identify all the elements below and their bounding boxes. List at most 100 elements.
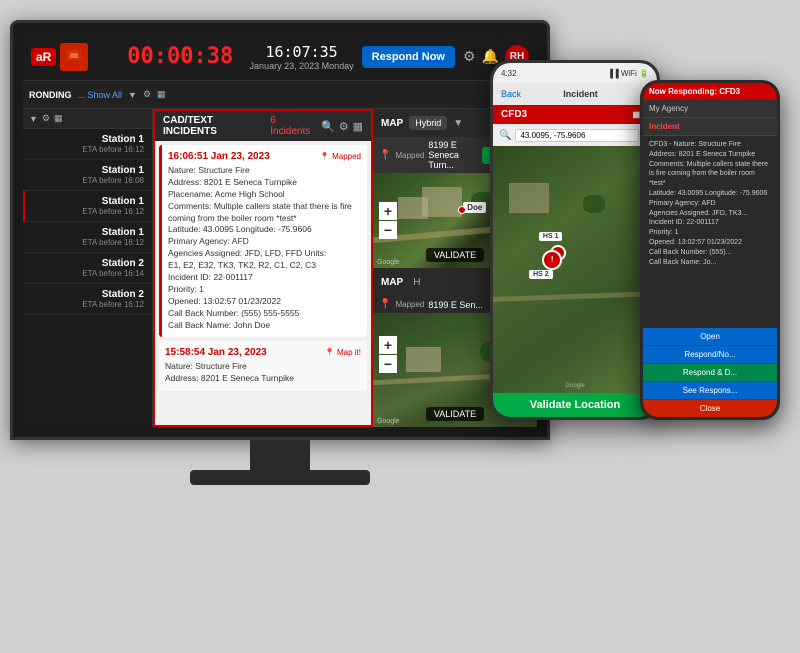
ps-now-responding: Now Responding: CFD3 xyxy=(643,83,777,100)
ps-agency-label: My Agency xyxy=(649,104,771,113)
map-dropdown-icon[interactable]: ▼ xyxy=(453,118,463,129)
station-eta-4: ETA before 16:12 xyxy=(31,238,144,247)
station-name-4: Station 1 xyxy=(31,227,144,238)
dropdown-icon[interactable]: ▼ xyxy=(128,90,137,100)
ps-respond-d-button[interactable]: Respond & D... xyxy=(643,364,777,382)
incident-1-primary: Primary Agency: AFD xyxy=(168,236,361,248)
settings-small-icon[interactable]: ⚙ xyxy=(143,89,151,100)
incidents-icons: 🔍 ⚙ ▦ xyxy=(321,120,363,133)
phone-search-icon[interactable]: 🔍 xyxy=(499,130,511,141)
ps-respond-no-button[interactable]: Respond/No... xyxy=(643,346,777,364)
incidents-panel: CAD/TEXT INCIDENTS 6 Incidents 🔍 ⚙ ▦ xyxy=(153,109,373,427)
station-eta-3: ETA before 16:12 xyxy=(33,207,144,216)
incidents-search-icon[interactable]: 🔍 xyxy=(321,120,335,133)
map-title-top: MAP xyxy=(381,118,403,129)
map-address-bottom: 8199 E Sen... xyxy=(428,300,483,310)
station-list-gear[interactable]: ⚙ xyxy=(42,113,50,124)
map-zoom-controls-2: + − xyxy=(379,336,397,373)
monitor-base xyxy=(190,470,370,485)
incidents-count: 6 Incidents xyxy=(270,115,317,137)
station-item[interactable]: Station 1 ETA before 16:12 xyxy=(23,222,152,253)
main-phone-screen: 4:32 ▐▐ WiFi 🔋 Back Incident ⚙ CFD3 ▦ ✕ … xyxy=(493,63,657,417)
incidents-title: CAD/TEXT INCIDENTS xyxy=(163,115,266,137)
respond-now-button[interactable]: Respond Now xyxy=(362,46,455,68)
station-item-active[interactable]: Station 1 ETA before 16:12 xyxy=(23,191,152,222)
monitor-frame: aR 00:00:38 16:07:35 January 23, 2023 xyxy=(10,20,550,440)
hybrid-button[interactable]: Hybrid xyxy=(409,116,447,130)
incidents-settings-icon[interactable]: ⚙ xyxy=(339,120,349,133)
phone-time: 4:32 xyxy=(501,69,517,78)
bell-icon[interactable]: 🔔 xyxy=(482,48,499,65)
incident-1-body: Nature: Structure Fire Address: 8201 E S… xyxy=(168,165,361,331)
incident-2-status: 📍 Map it! xyxy=(325,348,361,357)
station-name-5: Station 2 xyxy=(31,258,144,269)
phone-google-label: Google xyxy=(565,383,584,389)
station-item[interactable]: Station 2 ETA before 16:12 xyxy=(23,284,152,315)
phone-map: HS 1 HS 2 ! Google xyxy=(493,146,657,393)
screen-body: ▼ ⚙ ▦ Station 1 ETA before 16:12 Station… xyxy=(23,109,537,427)
phone-map-trees xyxy=(583,195,605,213)
timer-display: 00:00:38 xyxy=(119,44,242,69)
incident-2-time: 15:58:54 Jan 23, 2023 xyxy=(165,347,267,358)
incident-1-placename: Placename: Acme High School xyxy=(168,189,361,201)
zoom-in-button[interactable]: + xyxy=(379,202,397,220)
phone-incident-id: CFD3 xyxy=(501,109,527,120)
incident-1-time: 16:06:51 Jan 23, 2023 xyxy=(168,151,270,162)
responding-label: RONDING xyxy=(29,90,72,100)
map-building-3 xyxy=(406,347,441,372)
screen-header: aR 00:00:38 16:07:35 January 23, 2023 xyxy=(23,33,537,81)
phone-search-input[interactable] xyxy=(515,129,638,142)
incident-1-id: Incident ID: 22-001117 xyxy=(168,272,361,284)
incident-1-name: Call Back Name: John Doe xyxy=(168,320,361,332)
small-phone: Now Responding: CFD3 My Agency Incident … xyxy=(640,80,780,420)
phone-hs1-label: HS 1 xyxy=(539,232,563,241)
sub-header: RONDING ... Show All ▼ ⚙ ▦ xyxy=(23,81,537,109)
incident-1-callback: Call Back Number: (555) 555-5555 xyxy=(168,308,361,320)
incident-1-units: E1, E2, E32, TK3, TK2, R2, C1, C2, C3 xyxy=(168,260,361,272)
incidents-grid-icon[interactable]: ▦ xyxy=(353,120,363,133)
station-list-dropdown[interactable]: ▼ xyxy=(29,114,38,124)
station-eta-5: ETA before 16:14 xyxy=(31,269,144,278)
monitor-screen: aR 00:00:38 16:07:35 January 23, 2023 xyxy=(23,33,537,427)
map-marker-red xyxy=(458,206,466,214)
ps-incident-text: CFD3 - Nature: Structure Fire Address: 8… xyxy=(649,140,771,267)
validate-label-bottom[interactable]: VALIDATE xyxy=(426,407,484,421)
logo-icon xyxy=(60,43,88,71)
ps-header-text: Now Responding: CFD3 xyxy=(649,87,771,96)
phone-status-bar: 4:32 ▐▐ WiFi 🔋 xyxy=(493,63,657,83)
ps-incident-header: Incident xyxy=(643,118,777,136)
zoom-out-button[interactable]: − xyxy=(379,221,397,239)
validate-label-top[interactable]: VALIDATE xyxy=(426,248,484,262)
datetime-display: 16:07:35 January 23, 2023 Monday xyxy=(250,43,354,71)
zoom-out-button-2[interactable]: − xyxy=(379,355,397,373)
main-phone: 4:32 ▐▐ WiFi 🔋 Back Incident ⚙ CFD3 ▦ ✕ … xyxy=(490,60,660,420)
small-phone-screen: Now Responding: CFD3 My Agency Incident … xyxy=(643,83,777,417)
ps-close-button[interactable]: Close xyxy=(643,400,777,417)
phone-signals: ▐▐ WiFi 🔋 xyxy=(607,69,649,78)
map-zoom-controls: + − xyxy=(379,202,397,239)
station-list-header: ▼ ⚙ ▦ xyxy=(23,109,152,129)
station-item[interactable]: Station 1 ETA before 16:08 xyxy=(23,160,152,191)
table-icon[interactable]: ▦ xyxy=(157,89,166,100)
show-all-link[interactable]: ... Show All xyxy=(78,90,123,100)
station-list-grid[interactable]: ▦ xyxy=(54,113,63,124)
incident-card-2[interactable]: 15:58:54 Jan 23, 2023 📍 Map it! Nature: … xyxy=(159,341,367,391)
google-label-top: Google xyxy=(377,259,400,266)
incident-card-1[interactable]: 16:06:51 Jan 23, 2023 📍 Mapped Nature: S… xyxy=(159,145,367,337)
map-subtitle-h: H xyxy=(413,277,420,288)
logo-area: aR xyxy=(31,43,111,71)
map-address-top: 8199 E Seneca Turn... xyxy=(428,140,478,170)
phone-map-building xyxy=(509,183,549,213)
back-button[interactable]: Back xyxy=(501,89,521,99)
station-item[interactable]: Station 1 ETA before 16:12 xyxy=(23,129,152,160)
ps-open-button[interactable]: Open xyxy=(643,328,777,346)
settings-icon[interactable]: ⚙ xyxy=(463,48,476,65)
phone-hs2-label: HS 2 xyxy=(529,270,553,279)
doe-tag: Doe xyxy=(463,202,486,213)
phone-validate-button[interactable]: Validate Location xyxy=(493,393,657,417)
monitor-wrapper: aR 00:00:38 16:07:35 January 23, 2023 xyxy=(10,20,570,610)
ps-see-resp-button[interactable]: See Respons... xyxy=(643,382,777,400)
zoom-in-button-2[interactable]: + xyxy=(379,336,397,354)
incident-1-comments: Comments: Multiple callers state that th… xyxy=(168,201,361,225)
station-item[interactable]: Station 2 ETA before 16:14 xyxy=(23,253,152,284)
